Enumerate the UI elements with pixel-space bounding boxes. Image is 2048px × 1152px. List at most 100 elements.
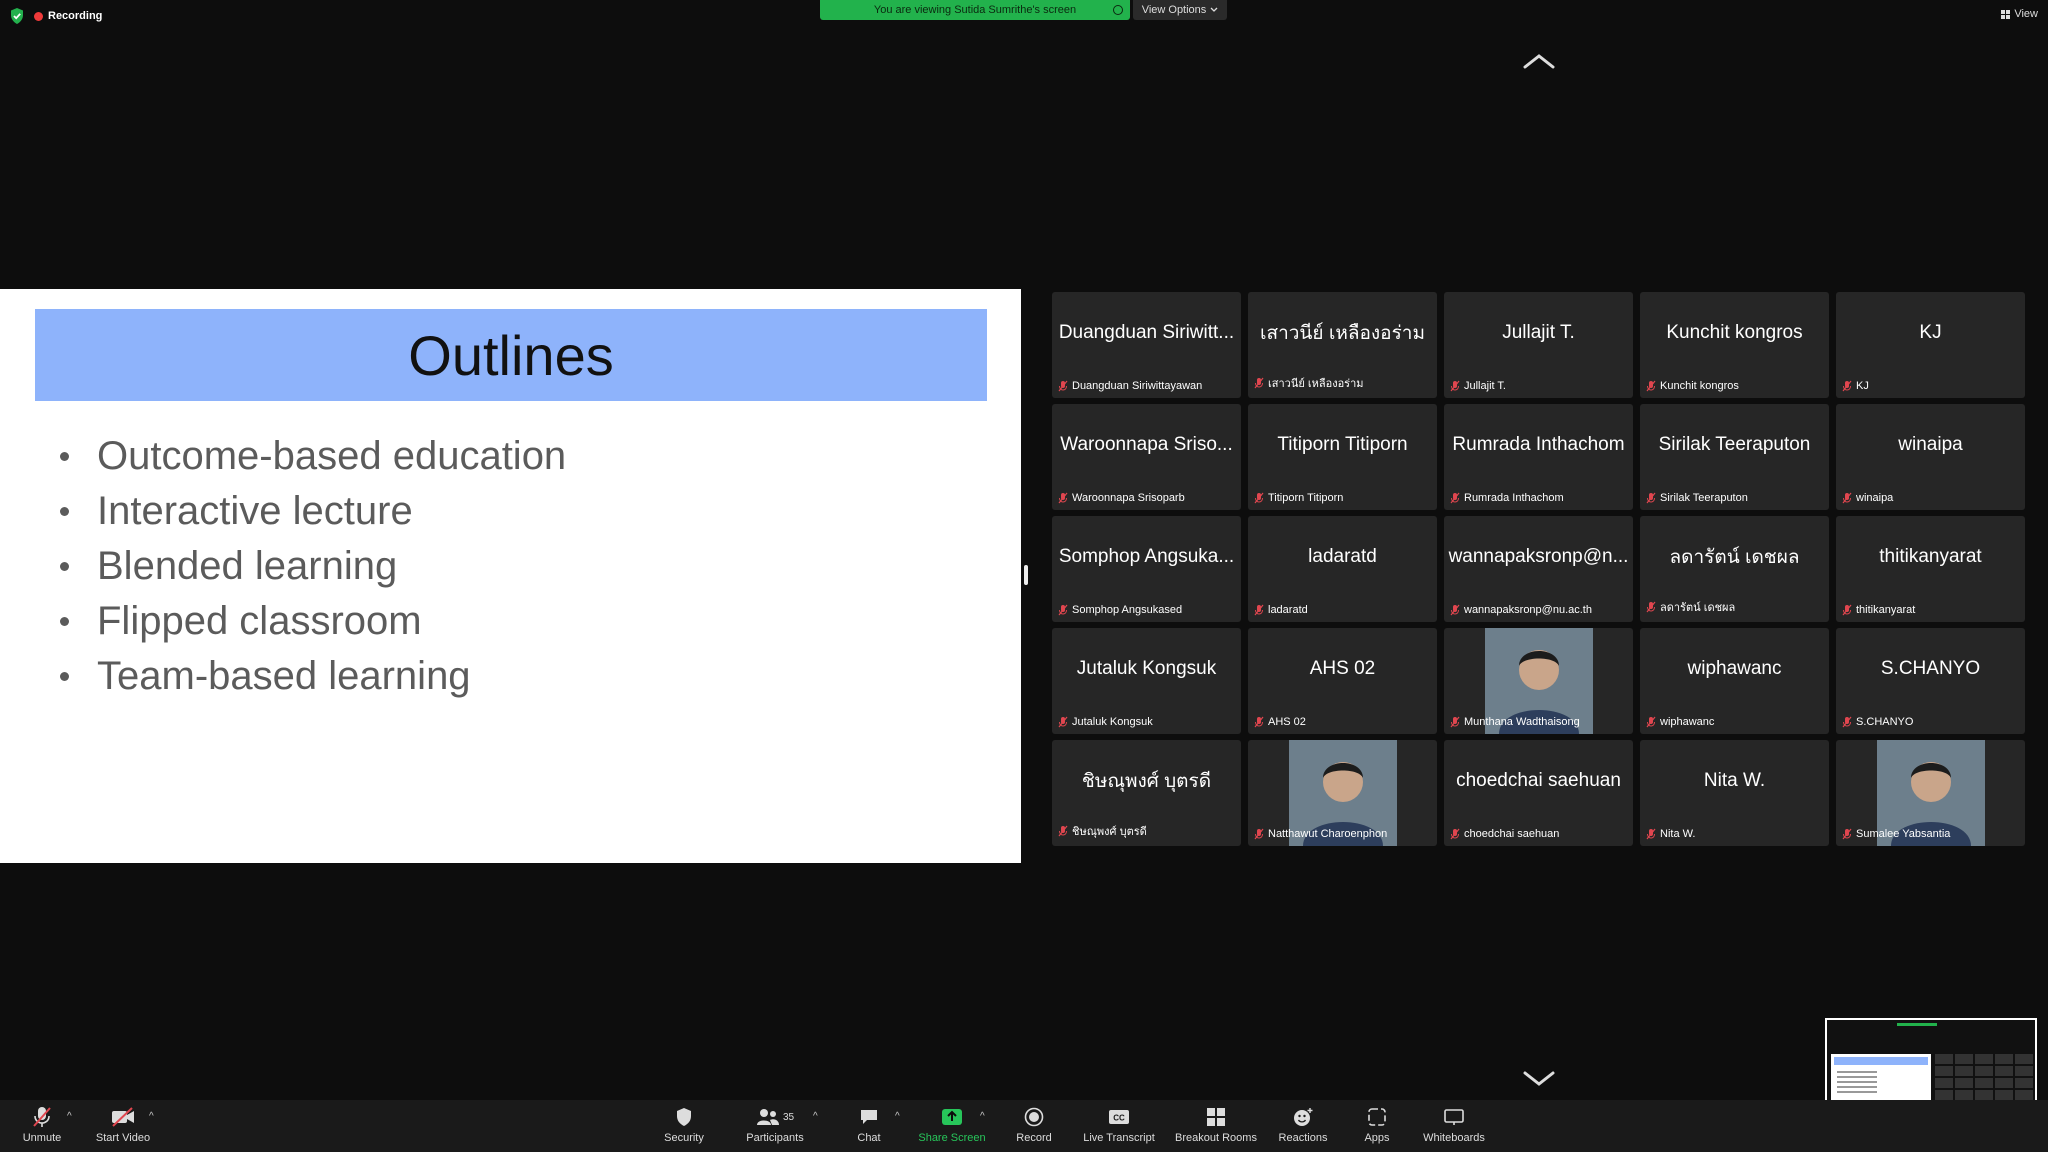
participant-tile[interactable]: wiphawanc wiphawanc bbox=[1640, 628, 1829, 734]
record-icon bbox=[1024, 1107, 1044, 1127]
unmute-label: Unmute bbox=[22, 1132, 62, 1144]
participant-name: thitikanyarat bbox=[1856, 604, 1916, 616]
recording-indicator[interactable]: Recording bbox=[34, 10, 102, 22]
security-button[interactable]: Security bbox=[639, 1104, 729, 1144]
participant-tile[interactable]: S.CHANYO S.CHANYO bbox=[1836, 628, 2025, 734]
participants-icon bbox=[756, 1109, 779, 1125]
participant-name-label: Munthana Wadthaisong bbox=[1450, 716, 1580, 728]
share-screen-button[interactable]: Share Screen bbox=[907, 1104, 997, 1144]
muted-mic-icon bbox=[1450, 380, 1460, 392]
participant-tile[interactable]: choedchai saehuan choedchai saehuan bbox=[1444, 740, 1633, 846]
participant-gallery: Duangduan Siriwitt... Duangduan Siriwitta… bbox=[1052, 292, 2025, 846]
participant-name-label: thitikanyarat bbox=[1842, 604, 1915, 616]
whiteboards-button[interactable]: Whiteboards bbox=[1409, 1104, 1499, 1144]
participant-tile[interactable]: ลดารัตน์ เดชผล ลดารัตน์ เดชผล bbox=[1640, 516, 1829, 622]
participant-tile[interactable]: Titiporn Titiporn Titiporn Titiporn bbox=[1248, 404, 1437, 510]
start-video-label: Start Video bbox=[95, 1132, 151, 1144]
participants-button[interactable]: 35 Participants bbox=[730, 1104, 820, 1144]
participant-name-label: Sirilak Teeraputon bbox=[1646, 492, 1748, 504]
security-label: Security bbox=[664, 1132, 704, 1144]
chat-button[interactable]: Chat bbox=[824, 1104, 914, 1144]
participant-tile[interactable]: Munthana Wadthaisong bbox=[1444, 628, 1633, 734]
participant-tile[interactable]: KJ KJ bbox=[1836, 292, 2025, 398]
participant-name: Sirilak Teeraputon bbox=[1660, 492, 1748, 504]
participant-name-label: ชิษณุพงศ์ บุตรดี bbox=[1058, 822, 1147, 840]
participant-tile[interactable]: Jutaluk Kongsuk Jutaluk Kongsuk bbox=[1052, 628, 1241, 734]
muted-mic-icon bbox=[1254, 716, 1264, 728]
participant-display-name: Sirilak Teeraputon bbox=[1658, 434, 1811, 455]
participant-tile[interactable]: Waroonnapa Sriso... Waroonnapa Srisoparb bbox=[1052, 404, 1241, 510]
unmute-button[interactable]: Unmute bbox=[0, 1104, 87, 1144]
live-transcript-button[interactable]: CC Live Transcript bbox=[1074, 1104, 1164, 1144]
participants-options-caret-icon[interactable]: ^ bbox=[813, 1111, 818, 1122]
gallery-scroll-up-icon[interactable] bbox=[1522, 52, 1556, 70]
slide-bullet: Interactive lecture bbox=[60, 484, 566, 539]
participant-name-label: Somphop Angsukased bbox=[1058, 604, 1182, 616]
encryption-shield-icon[interactable] bbox=[10, 8, 24, 24]
chat-options-caret-icon[interactable]: ^ bbox=[895, 1111, 900, 1122]
chat-bubble-icon bbox=[861, 1110, 877, 1124]
view-label: View bbox=[2014, 8, 2038, 20]
participant-name: เสาวนีย์ เหลืองอร่าม bbox=[1268, 378, 1364, 390]
slide-bullet-list: Outcome-based education Interactive lect… bbox=[60, 429, 566, 704]
participant-name: Nita W. bbox=[1660, 828, 1696, 840]
breakout-rooms-icon bbox=[1207, 1108, 1225, 1126]
record-button[interactable]: Record bbox=[989, 1104, 1079, 1144]
participant-tile[interactable]: Rumrada Inthachom Rumrada Inthachom bbox=[1444, 404, 1633, 510]
participant-display-name: Waroonnapa Sriso... bbox=[1060, 434, 1233, 455]
participant-name-label: Sumalee Yabsantia bbox=[1842, 828, 1950, 840]
participant-name-label: Duangduan Siriwittayawan bbox=[1058, 380, 1202, 392]
participant-tile[interactable]: AHS 02 AHS 02 bbox=[1248, 628, 1437, 734]
participant-tile[interactable]: เสาวนีย์ เหลืองอร่าม เสาวนีย์ เหลืองอร่าม bbox=[1248, 292, 1437, 398]
participant-tile[interactable]: Nita W. Nita W. bbox=[1640, 740, 1829, 846]
live-transcript-label: Live Transcript bbox=[1083, 1132, 1155, 1144]
view-options-button[interactable]: View Options bbox=[1133, 0, 1227, 20]
participant-display-name: Duangduan Siriwitt... bbox=[1058, 322, 1235, 343]
muted-mic-icon bbox=[1646, 492, 1656, 504]
share-options-caret-icon[interactable]: ^ bbox=[980, 1111, 985, 1122]
participant-tile[interactable]: wannapaksronp@n... wannapaksronp@nu.ac.th bbox=[1444, 516, 1633, 622]
split-view-handle[interactable] bbox=[1024, 565, 1028, 585]
reactions-label: Reactions bbox=[1278, 1132, 1328, 1144]
participant-tile[interactable]: thitikanyarat thitikanyarat bbox=[1836, 516, 2025, 622]
participant-tile[interactable]: ladaratd ladaratd bbox=[1248, 516, 1437, 622]
apps-label: Apps bbox=[1364, 1132, 1390, 1144]
video-options-caret-icon[interactable]: ^ bbox=[149, 1111, 154, 1122]
start-video-button[interactable]: Start Video bbox=[78, 1104, 168, 1144]
participant-name-label: AHS 02 bbox=[1254, 716, 1306, 728]
participant-tile[interactable]: Natthawut Charoenphon bbox=[1248, 740, 1437, 846]
participant-tile[interactable]: Sirilak Teeraputon Sirilak Teeraputon bbox=[1640, 404, 1829, 510]
mini-share-banner bbox=[1897, 1023, 1937, 1026]
participant-tile[interactable]: Duangduan Siriwitt... Duangduan Siriwitta… bbox=[1052, 292, 1241, 398]
participant-tile[interactable]: Jullajit T. Jullajit T. bbox=[1444, 292, 1633, 398]
participant-tile[interactable]: Somphop Angsuka... Somphop Angsukased bbox=[1052, 516, 1241, 622]
participant-display-name: ชิษณุพงศ์ บุตรดี bbox=[1081, 771, 1212, 792]
participant-display-name: choedchai saehuan bbox=[1456, 770, 1621, 791]
participant-tile[interactable]: Sumalee Yabsantia bbox=[1836, 740, 2025, 846]
breakout-rooms-button[interactable]: Breakout Rooms bbox=[1171, 1104, 1261, 1144]
muted-mic-icon bbox=[1254, 492, 1264, 504]
participant-name-label: เสาวนีย์ เหลืองอร่าม bbox=[1254, 374, 1364, 392]
gallery-scroll-down-icon[interactable] bbox=[1522, 1070, 1556, 1088]
bullet-icon bbox=[60, 452, 69, 461]
participant-display-name: S.CHANYO bbox=[1880, 658, 1981, 679]
participant-name-label: Jutaluk Kongsuk bbox=[1058, 716, 1153, 728]
muted-mic-icon bbox=[1646, 601, 1656, 613]
share-status-icon bbox=[1113, 5, 1123, 15]
participant-name: Jutaluk Kongsuk bbox=[1072, 716, 1153, 728]
audio-options-caret-icon[interactable]: ^ bbox=[67, 1111, 72, 1122]
participant-name: KJ bbox=[1856, 380, 1869, 392]
muted-mic-icon bbox=[1254, 377, 1264, 389]
participant-display-name: Titiporn Titiporn bbox=[1277, 434, 1408, 455]
participant-tile[interactable]: Kunchit kongros Kunchit kongros bbox=[1640, 292, 1829, 398]
muted-mic-icon bbox=[1842, 492, 1852, 504]
view-grid-icon bbox=[2001, 9, 2011, 19]
recording-dot-icon bbox=[34, 11, 43, 21]
bullet-icon bbox=[60, 672, 69, 681]
participant-tile[interactable]: winaipa winaipa bbox=[1836, 404, 2025, 510]
participant-display-name: wannapaksronp@n... bbox=[1448, 546, 1629, 567]
participant-display-name: AHS 02 bbox=[1309, 658, 1376, 679]
view-button[interactable]: View bbox=[2001, 8, 2038, 20]
participant-tile[interactable]: ชิษณุพงศ์ บุตรดี ชิษณุพงศ์ บุตรดี bbox=[1052, 740, 1241, 846]
participant-name-label: Rumrada Inthachom bbox=[1450, 492, 1564, 504]
